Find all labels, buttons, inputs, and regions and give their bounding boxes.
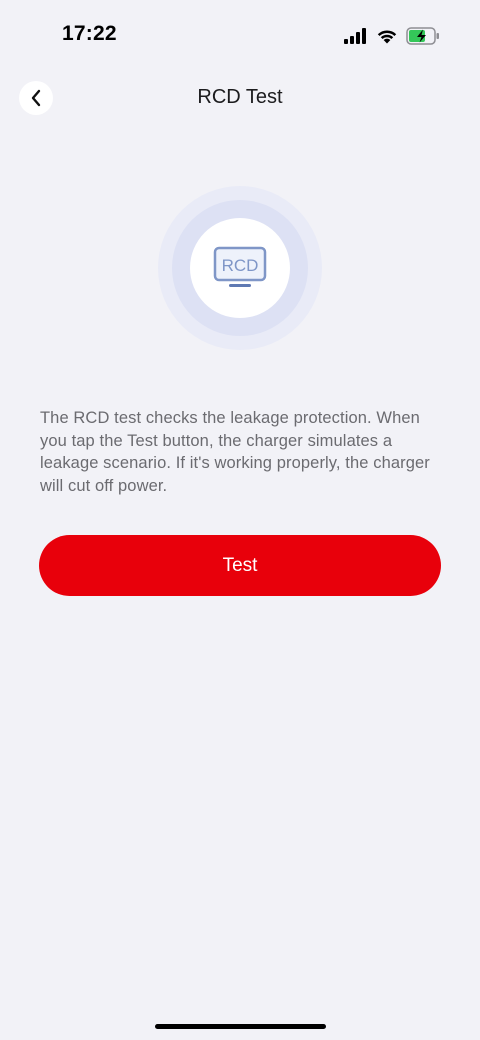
rcd-icon-label: RCD bbox=[222, 256, 259, 275]
rcd-device-icon: RCD bbox=[213, 246, 267, 287]
battery-charging-icon bbox=[406, 27, 439, 45]
illustration-inner-circle: RCD bbox=[190, 218, 290, 318]
status-icons bbox=[344, 24, 440, 48]
rcd-test-description: The RCD test checks the leakage protecti… bbox=[40, 409, 430, 495]
status-bar: 17:22 bbox=[0, 0, 480, 72]
page-title: RCD Test bbox=[197, 86, 283, 108]
navigation-bar: RCD Test bbox=[0, 72, 480, 126]
test-button[interactable]: Test bbox=[39, 535, 441, 596]
home-indicator bbox=[155, 1024, 326, 1029]
rcd-illustration: RCD bbox=[158, 186, 322, 350]
cellular-signal-icon bbox=[344, 28, 366, 44]
status-time: 17:22 bbox=[62, 22, 117, 45]
wifi-icon bbox=[377, 30, 397, 44]
